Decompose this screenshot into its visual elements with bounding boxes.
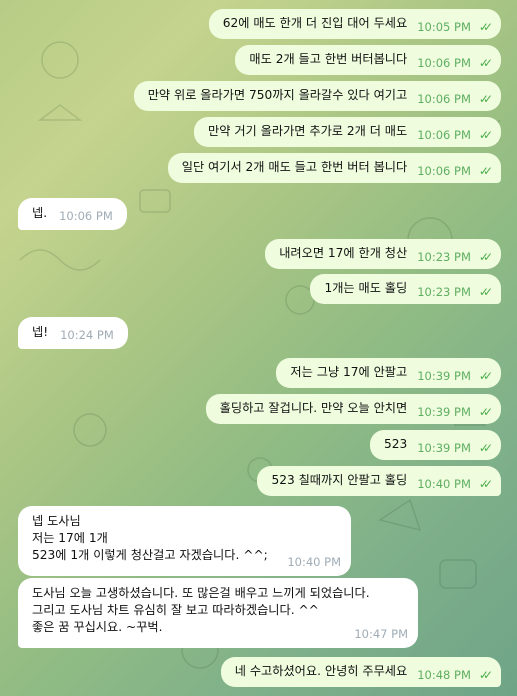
message-bubble-outgoing[interactable]: 네 수고하셨어요. 안녕히 주무세요 10:48 PM ✓✓	[220, 657, 501, 687]
message-text: 1개는 매도 홀딩	[324, 281, 408, 295]
message-bubble-outgoing[interactable]: 62에 매도 한개 더 진입 대어 두세요 10:05 PM ✓✓	[208, 9, 501, 39]
message-time: 10:48 PM	[417, 668, 471, 682]
message-bubble-outgoing[interactable]: 만약 거기 올라가면 추가로 2개 더 매도 10:06 PM ✓✓	[194, 117, 501, 147]
message-text: 만약 위로 올라가면 750까지 올라갈수 있다 여기고	[147, 88, 408, 102]
message-text: 매도 2개 들고 한번 버터봅니다	[249, 52, 408, 66]
message-bubble-incoming[interactable]: 넵. 10:06 PM	[18, 198, 127, 230]
message-time: 10:06 PM	[417, 128, 471, 142]
message-text: 넵.	[32, 206, 48, 220]
message-text: 네 수고하셨어요. 안녕히 주무세요	[234, 664, 408, 678]
message-text: 내려오면 17에 한개 청산	[279, 246, 408, 260]
message-text: 저는 그냥 17에 안팔고	[290, 365, 408, 379]
double-check-icon: ✓✓	[478, 56, 493, 70]
double-check-icon: ✓✓	[478, 164, 493, 178]
message-time: 10:23 PM	[417, 285, 471, 299]
message-time: 10:40 PM	[417, 477, 471, 491]
message-text: 넵!	[32, 325, 49, 339]
double-check-icon: ✓✓	[478, 128, 493, 142]
message-time: 10:06 PM	[59, 209, 113, 223]
message-line: 넵 도사님	[32, 514, 81, 528]
message-bubble-incoming[interactable]: 넵 도사님 저는 17에 1개 523에 1개 이렇게 청산걸고 자겠습니다. …	[18, 506, 351, 576]
message-bubble-outgoing[interactable]: 저는 그냥 17에 안팔고 10:39 PM ✓✓	[276, 358, 501, 388]
double-check-icon: ✓✓	[478, 405, 493, 419]
message-time: 10:39 PM	[417, 369, 471, 383]
message-time: 10:06 PM	[417, 56, 471, 70]
double-check-icon: ✓✓	[478, 250, 493, 264]
message-line: 좋은 꿈 꾸십시요. ~꾸벅.	[32, 620, 163, 634]
message-bubble-outgoing[interactable]: 523 10:39 PM ✓✓	[369, 430, 501, 460]
double-check-icon: ✓✓	[478, 20, 493, 34]
double-check-icon: ✓✓	[478, 285, 493, 299]
message-time: 10:39 PM	[417, 405, 471, 419]
message-text: 523 칠때까지 안팔고 홀딩	[271, 473, 408, 487]
double-check-icon: ✓✓	[478, 369, 493, 383]
message-bubble-outgoing[interactable]: 1개는 매도 홀딩 10:23 PM ✓✓	[310, 274, 501, 304]
message-time: 10:06 PM	[417, 92, 471, 106]
double-check-icon: ✓✓	[478, 441, 493, 455]
message-line: 도사님 오늘 고생하셨습니다. 또 많은걸 배우고 느끼게 되었습니다.	[32, 586, 370, 600]
message-time: 10:40 PM	[287, 555, 341, 569]
message-time: 10:06 PM	[417, 164, 471, 178]
message-text: 일단 여기서 2개 매도 들고 한번 버터 봅니다	[181, 160, 408, 174]
message-line: 그리고 도사님 차트 유심히 잘 보고 따라하겠습니다. ^^	[32, 603, 319, 617]
double-check-icon: ✓✓	[478, 668, 493, 682]
message-text: 62에 매도 한개 더 진입 대어 두세요	[222, 16, 408, 30]
message-time: 10:23 PM	[417, 250, 471, 264]
message-bubble-incoming[interactable]: 넵! 10:24 PM	[18, 317, 128, 349]
message-text: 홀딩하고 잘겁니다. 만약 오늘 안치면	[219, 401, 408, 415]
message-bubble-outgoing[interactable]: 523 칠때까지 안팔고 홀딩 10:40 PM ✓✓	[257, 466, 501, 496]
double-check-icon: ✓✓	[478, 92, 493, 106]
message-time: 10:24 PM	[60, 328, 114, 342]
message-time: 10:05 PM	[417, 20, 471, 34]
message-time: 10:39 PM	[417, 441, 471, 455]
message-bubble-outgoing[interactable]: 매도 2개 들고 한번 버터봅니다 10:06 PM ✓✓	[235, 45, 501, 75]
message-bubble-outgoing[interactable]: 만약 위로 올라가면 750까지 올라갈수 있다 여기고 10:06 PM ✓✓	[133, 81, 501, 111]
message-text: 만약 거기 올라가면 추가로 2개 더 매도	[208, 124, 408, 138]
message-line: 저는 17에 1개	[32, 531, 108, 545]
message-text: 523	[383, 437, 408, 451]
message-bubble-outgoing[interactable]: 일단 여기서 2개 매도 들고 한번 버터 봅니다 10:06 PM ✓✓	[167, 153, 501, 183]
double-check-icon: ✓✓	[478, 477, 493, 491]
message-time: 10:47 PM	[354, 627, 408, 641]
message-bubble-outgoing[interactable]: 홀딩하고 잘겁니다. 만약 오늘 안치면 10:39 PM ✓✓	[205, 394, 501, 424]
message-bubble-incoming[interactable]: 도사님 오늘 고생하셨습니다. 또 많은걸 배우고 느끼게 되었습니다. 그리고…	[18, 578, 418, 648]
message-bubble-outgoing[interactable]: 내려오면 17에 한개 청산 10:23 PM ✓✓	[265, 239, 501, 269]
